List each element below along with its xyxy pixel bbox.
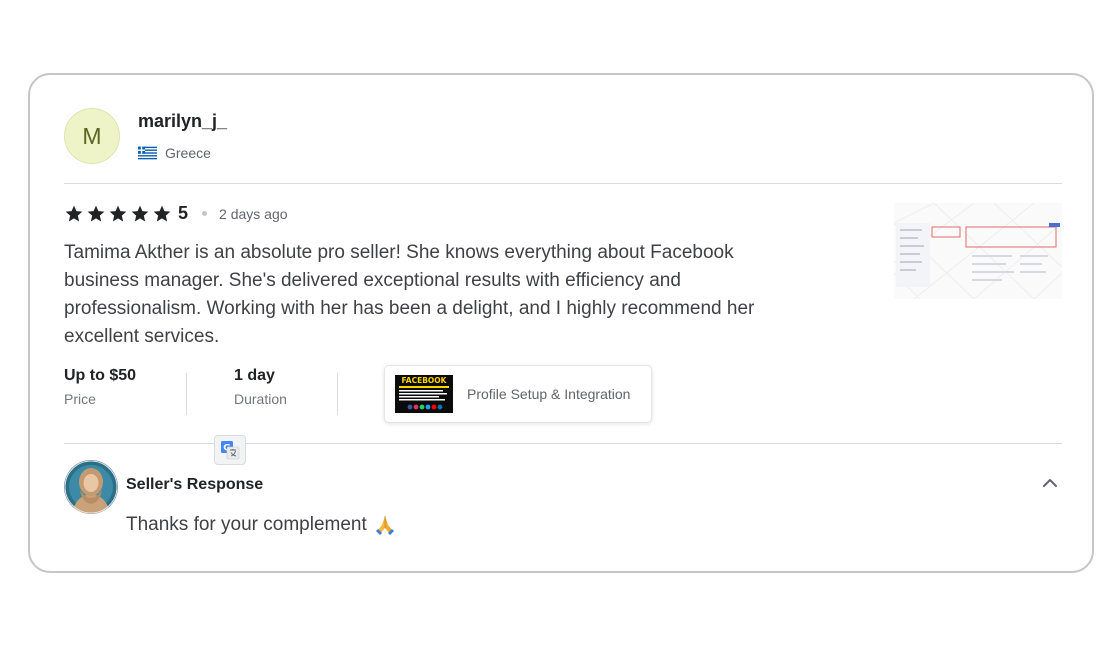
gig-link-card[interactable]: FACEBOOK Profile Setup & Integration: [384, 365, 652, 423]
folded-hands-icon: [375, 516, 394, 535]
gig-thumbnail-text: FACEBOOK: [402, 376, 448, 385]
meta-separator: [186, 373, 187, 415]
rating-value: 5: [178, 203, 189, 223]
rating-row: 5 2 days ago: [64, 203, 288, 224]
star-icon: [65, 205, 83, 221]
seller-response-message: Thanks for your complement: [126, 514, 367, 535]
translate-button[interactable]: G: [214, 435, 246, 465]
review-attachment-image[interactable]: [894, 203, 1062, 299]
chevron-up-icon[interactable]: [1040, 473, 1060, 493]
price-label: Price: [64, 391, 96, 407]
review-text: Tamima Akther is an absolute pro seller!…: [64, 242, 755, 347]
star-rating: [64, 204, 172, 224]
duration-meta: 1 day Duration: [234, 367, 287, 407]
star-icon: [131, 205, 149, 221]
star-icon: [153, 205, 171, 221]
gig-title: Profile Setup & Integration: [467, 386, 631, 402]
reviewer-country: Greece: [138, 145, 211, 161]
seller-response-title: Seller's Response: [126, 476, 264, 493]
star-icon: [87, 205, 105, 221]
reviewer-username[interactable]: marilyn_j_: [138, 111, 227, 132]
review-card: M marilyn_j_ Greece 5 2 days ago Tamima …: [28, 73, 1094, 573]
meta-separator: [337, 373, 338, 415]
seller-avatar[interactable]: [64, 460, 118, 514]
price-value: Up to $50: [64, 367, 137, 384]
review-time: 2 days ago: [219, 205, 288, 222]
duration-value: 1 day: [234, 367, 275, 384]
duration-label: Duration: [234, 391, 287, 407]
divider: [64, 183, 1062, 184]
reviewer-avatar[interactable]: M: [64, 108, 120, 164]
separator-dot: [202, 211, 208, 216]
google-translate-icon: G: [221, 441, 240, 460]
star-icon: [109, 205, 127, 221]
gig-thumbnail: FACEBOOK: [395, 375, 453, 413]
country-name: Greece: [165, 145, 211, 161]
greece-flag-icon: [138, 146, 157, 160]
price-meta: Up to $50 Price: [64, 367, 136, 407]
seller-response-text: Thanks for your complement: [126, 513, 397, 537]
